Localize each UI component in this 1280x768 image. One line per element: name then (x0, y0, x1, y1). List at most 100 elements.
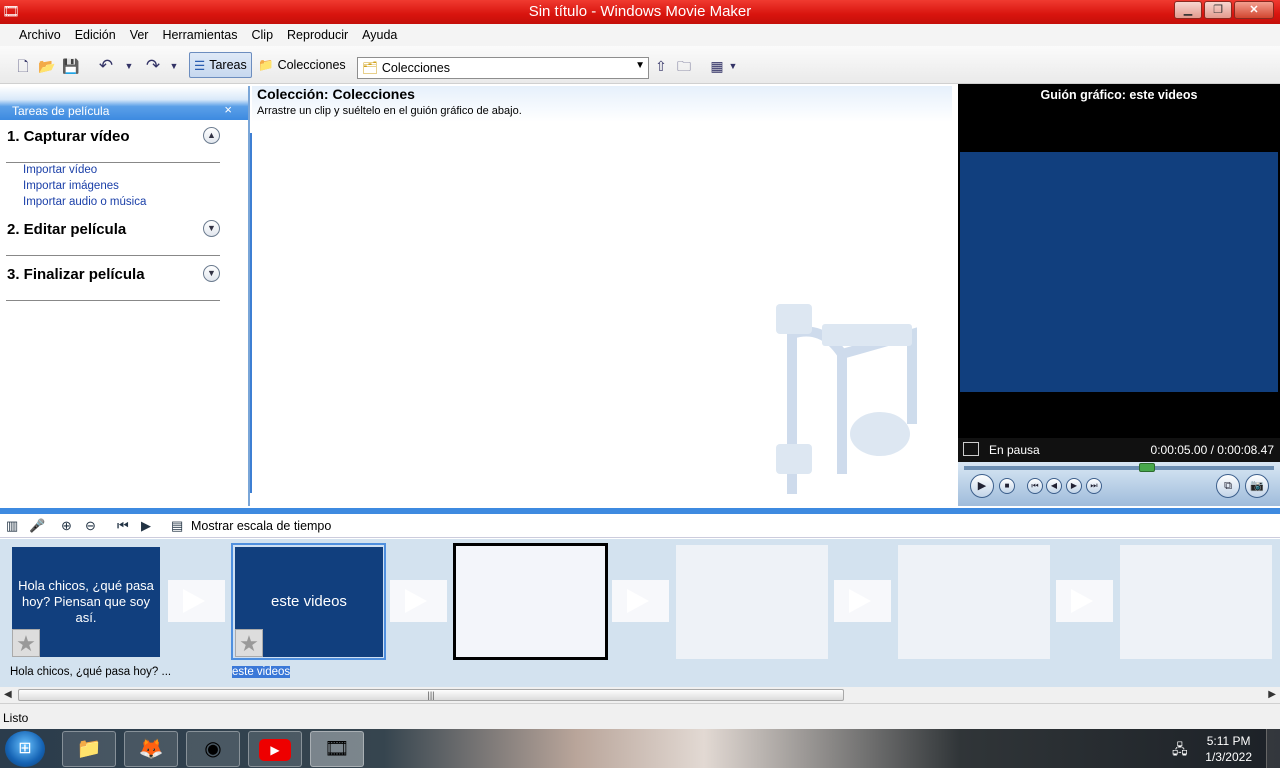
transition-slot[interactable] (390, 580, 447, 622)
import-video-link[interactable]: Importar vídeo (23, 164, 97, 176)
next-frame-icon[interactable]: ⏭ (1086, 478, 1102, 494)
menu-reproducir[interactable]: Reproducir (280, 28, 355, 42)
transition-slot[interactable] (1056, 580, 1113, 622)
storyboard-view-icon[interactable]: ▥ (6, 518, 18, 534)
section-divider (6, 300, 220, 301)
file-explorer-icon[interactable]: 📁 (62, 731, 116, 767)
chrome-icon[interactable]: ◉ (186, 731, 240, 767)
import-images-link[interactable]: Importar imágenes (23, 180, 119, 192)
status-bar: Listo (0, 703, 1280, 729)
tasks-button[interactable]: ☰ Tareas (189, 52, 252, 78)
tasks-icon: ☰ (194, 58, 206, 73)
menu-herramientas[interactable]: Herramientas (155, 28, 244, 42)
transition-slot[interactable] (168, 580, 225, 622)
redo-icon[interactable]: ↷ (144, 57, 162, 75)
empty-clip-slot[interactable] (898, 545, 1050, 659)
rewind-storyboard-icon[interactable]: ⏮ (117, 518, 129, 534)
clip-caption-selected[interactable]: este videos (232, 666, 291, 678)
forward-icon[interactable]: ▶ (1066, 478, 1082, 494)
section-finish-movie[interactable]: 3. Finalizar película ▼ (0, 265, 230, 301)
view-dropdown-icon[interactable]: ▼ (724, 57, 742, 75)
transition-slot[interactable] (612, 580, 669, 622)
transition-arrow-icon (183, 589, 205, 613)
close-icon[interactable]: × (224, 102, 232, 117)
clock-time: 5:11 PM (1206, 734, 1251, 748)
scroll-left-icon[interactable]: ◀ (4, 689, 12, 700)
seek-bar[interactable] (964, 466, 1274, 470)
new-collection-icon[interactable]: 🗀 (675, 57, 693, 75)
timeline-icon[interactable]: ▤ (171, 518, 183, 534)
transition-arrow-icon (1071, 589, 1093, 613)
chevron-up-icon[interactable]: ▲ (203, 127, 220, 144)
chevron-down-icon[interactable]: ▼ (203, 220, 220, 237)
show-timeline-button[interactable]: Mostrar escala de tiempo (191, 519, 331, 533)
undo-icon[interactable]: ↶ (97, 57, 115, 75)
collections-button[interactable]: 📁 Colecciones (254, 52, 350, 78)
show-desktop-button[interactable] (1266, 729, 1280, 768)
movie-maker-taskbar-icon[interactable]: 🎞 (310, 731, 364, 767)
previous-frame-icon[interactable]: ⏮ (1027, 478, 1043, 494)
empty-clip-slot[interactable] (1120, 545, 1272, 659)
chevron-down-icon[interactable]: ▼ (635, 60, 645, 71)
menu-clip[interactable]: Clip (244, 28, 280, 42)
rewind-icon[interactable]: ◀ (1046, 478, 1062, 494)
play-icon[interactable]: ▶ (970, 474, 994, 498)
save-project-icon[interactable]: 💾 (62, 57, 80, 75)
tasks-pane-header: Tareas de película × (0, 86, 248, 120)
network-icon[interactable]: 🖧 (1172, 739, 1188, 763)
system-clock[interactable]: 5:11 PM 1/3/2022 (1205, 733, 1252, 765)
zoom-in-icon[interactable]: ⊕ (61, 518, 72, 534)
seek-thumb[interactable] (1138, 463, 1155, 472)
collections-combo[interactable]: 🗂 Colecciones ▼ (357, 57, 649, 79)
storyboard-clip-2[interactable]: este videos ★ (235, 547, 383, 657)
maximize-button[interactable]: ❐ (1204, 1, 1232, 19)
undo-dropdown-icon[interactable]: ▼ (120, 57, 138, 75)
section-title[interactable]: 3. Finalizar película (0, 266, 230, 283)
firefox-icon[interactable]: 🦊 (124, 731, 178, 767)
section-title[interactable]: 1. Capturar vídeo (0, 128, 230, 145)
redo-dropdown-icon[interactable]: ▼ (165, 57, 183, 75)
clip-caption[interactable]: Hola chicos, ¿qué pasa hoy? ... (10, 666, 171, 678)
menu-edicion[interactable]: Edición (68, 28, 123, 42)
stop-icon[interactable]: ■ (999, 478, 1015, 494)
scrollbar-thumb[interactable]: ||| (18, 689, 844, 701)
menu-archivo[interactable]: Archivo (12, 28, 68, 42)
folder-icon: 📁 (258, 57, 274, 72)
close-button[interactable]: ✕ (1234, 1, 1274, 19)
start-button[interactable]: ⊞ (5, 731, 45, 767)
new-project-icon[interactable]: 🗋 (14, 57, 32, 75)
menu-ayuda[interactable]: Ayuda (355, 28, 404, 42)
windows-taskbar: ⊞ 📁 🦊 ◉ ▶ 🎞 🖧 5:11 PM 1/3/2022 (0, 729, 1280, 768)
split-clip-icon[interactable]: ⧉ (1216, 474, 1240, 498)
transition-slot[interactable] (834, 580, 891, 622)
audio-levels-icon[interactable]: 🎤 (29, 518, 45, 534)
open-project-icon[interactable]: 📂 (38, 57, 56, 75)
scroll-right-icon[interactable]: ▶ (1268, 689, 1276, 700)
minimize-button[interactable]: ▁ (1174, 1, 1202, 19)
video-preview-screen (960, 152, 1278, 392)
playback-status: En pausa (989, 443, 1040, 457)
section-title[interactable]: 2. Editar película (0, 221, 230, 238)
tasks-button-label: Tareas (209, 58, 247, 72)
collection-pane: Colección: Colecciones Arrastre un clip … (252, 86, 952, 506)
tasks-pane-title: Tareas de película (12, 104, 110, 118)
fullscreen-icon[interactable] (963, 442, 979, 456)
import-audio-link[interactable]: Importar audio o música (23, 196, 146, 208)
empty-clip-slot[interactable] (676, 545, 828, 659)
transition-arrow-icon (405, 589, 427, 613)
up-folder-icon[interactable]: ⇧ (652, 57, 670, 75)
chevron-down-icon[interactable]: ▼ (203, 265, 220, 282)
horizontal-scrollbar[interactable]: ◀ ||| ▶ (0, 687, 1280, 703)
storyboard-toolbar: ▥ 🎤 ⊕ ⊖ ⏮ ▶ ▤ Mostrar escala de tiempo (0, 514, 1280, 538)
title-bar: 🎞 Sin título - Windows Movie Maker ▁ ❐ ✕ (0, 0, 1280, 24)
storyboard-clip-1[interactable]: Hola chicos, ¿qué pasa hoy? Piensan que … (12, 547, 160, 657)
zoom-out-icon[interactable]: ⊖ (85, 518, 96, 534)
empty-clip-slot[interactable] (453, 543, 608, 660)
transition-arrow-icon (849, 589, 871, 613)
menu-ver[interactable]: Ver (123, 28, 156, 42)
youtube-icon[interactable]: ▶ (248, 731, 302, 767)
take-picture-icon[interactable]: 📷 (1245, 474, 1269, 498)
play-storyboard-icon[interactable]: ▶ (141, 518, 151, 534)
section-edit-movie[interactable]: 2. Editar película ▼ (0, 220, 230, 256)
section-capture-video[interactable]: 1. Capturar vídeo ▲ (0, 127, 230, 163)
